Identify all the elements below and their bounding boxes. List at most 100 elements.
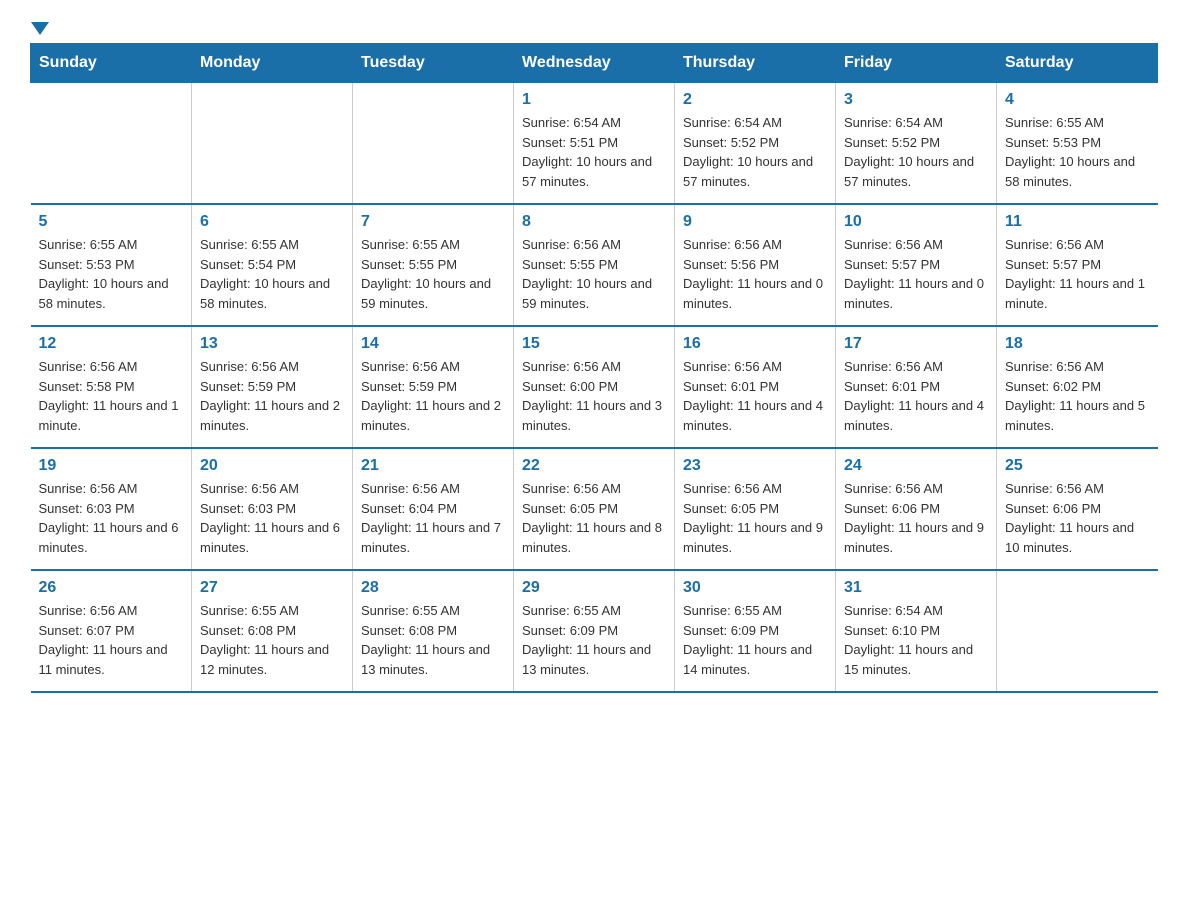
- day-info: Sunrise: 6:56 AM Sunset: 5:58 PM Dayligh…: [39, 357, 184, 435]
- calendar-cell: 2 Sunrise: 6:54 AM Sunset: 5:52 PM Daylig…: [675, 83, 836, 205]
- weekday-header-sunday: Sunday: [31, 44, 192, 83]
- calendar-cell: 3 Sunrise: 6:54 AM Sunset: 5:52 PM Daylig…: [836, 83, 997, 205]
- page-header: [30, 20, 1158, 33]
- calendar-cell: 17 Sunrise: 6:56 AM Sunset: 6:01 PM Dayli…: [836, 326, 997, 448]
- calendar-cell: 18Sunrise: 6:56 AM Sunset: 6:02 PM Dayli…: [997, 326, 1158, 448]
- calendar-cell: 11 Sunrise: 6:56 AM Sunset: 5:57 PM Dayli…: [997, 204, 1158, 326]
- day-number: 10: [844, 213, 988, 231]
- day-number: 23: [683, 457, 827, 475]
- day-info: Sunrise: 6:56 AM Sunset: 6:00 PM Dayligh…: [522, 357, 666, 435]
- day-info: Sunrise: 6:56 AM Sunset: 6:04 PM Dayligh…: [361, 479, 505, 557]
- day-number: 16: [683, 335, 827, 353]
- weekday-header-friday: Friday: [836, 44, 997, 83]
- week-row-4: 19 Sunrise: 6:56 AM Sunset: 6:03 PM Dayli…: [31, 448, 1158, 570]
- day-info: Sunrise: 6:54 AM Sunset: 5:51 PM Dayligh…: [522, 113, 666, 191]
- day-number: 4: [1005, 91, 1150, 109]
- day-info: Sunrise: 6:56 AM Sunset: 5:59 PM Dayligh…: [361, 357, 505, 435]
- day-number: 11: [1005, 213, 1150, 231]
- day-info: Sunrise: 6:55 AM Sunset: 5:55 PM Dayligh…: [361, 235, 505, 313]
- calendar-cell: 9 Sunrise: 6:56 AM Sunset: 5:56 PM Daylig…: [675, 204, 836, 326]
- calendar-cell: 25 Sunrise: 6:56 AM Sunset: 6:06 PM Dayli…: [997, 448, 1158, 570]
- calendar-cell: 10 Sunrise: 6:56 AM Sunset: 5:57 PM Dayli…: [836, 204, 997, 326]
- calendar-cell: 15 Sunrise: 6:56 AM Sunset: 6:00 PM Dayli…: [514, 326, 675, 448]
- calendar-cell: 21 Sunrise: 6:56 AM Sunset: 6:04 PM Dayli…: [353, 448, 514, 570]
- day-info: Sunrise: 6:54 AM Sunset: 6:10 PM Dayligh…: [844, 601, 988, 679]
- calendar-cell: 28 Sunrise: 6:55 AM Sunset: 6:08 PM Dayli…: [353, 570, 514, 692]
- calendar-cell: 12 Sunrise: 6:56 AM Sunset: 5:58 PM Dayli…: [31, 326, 192, 448]
- weekday-header-saturday: Saturday: [997, 44, 1158, 83]
- day-info: Sunrise: 6:56 AM Sunset: 5:57 PM Dayligh…: [844, 235, 988, 313]
- calendar-cell: 8 Sunrise: 6:56 AM Sunset: 5:55 PM Daylig…: [514, 204, 675, 326]
- logo-arrow-icon: [31, 22, 49, 35]
- day-number: 27: [200, 579, 344, 597]
- day-number: 25: [1005, 457, 1150, 475]
- day-number: 22: [522, 457, 666, 475]
- weekday-header-monday: Monday: [192, 44, 353, 83]
- calendar-cell: 29Sunrise: 6:55 AM Sunset: 6:09 PM Dayli…: [514, 570, 675, 692]
- day-number: 6: [200, 213, 344, 231]
- day-info: Sunrise: 6:56 AM Sunset: 6:03 PM Dayligh…: [200, 479, 344, 557]
- day-number: 7: [361, 213, 505, 231]
- calendar-cell: 30Sunrise: 6:55 AM Sunset: 6:09 PM Dayli…: [675, 570, 836, 692]
- day-number: 28: [361, 579, 505, 597]
- weekday-header-thursday: Thursday: [675, 44, 836, 83]
- calendar-cell: 22 Sunrise: 6:56 AM Sunset: 6:05 PM Dayli…: [514, 448, 675, 570]
- day-info: Sunrise: 6:54 AM Sunset: 5:52 PM Dayligh…: [844, 113, 988, 191]
- day-number: 3: [844, 91, 988, 109]
- day-info: Sunrise: 6:56 AM Sunset: 6:01 PM Dayligh…: [844, 357, 988, 435]
- day-info: Sunrise: 6:56 AM Sunset: 6:01 PM Dayligh…: [683, 357, 827, 435]
- day-info: Sunrise: 6:56 AM Sunset: 6:06 PM Dayligh…: [844, 479, 988, 557]
- calendar-cell: [353, 83, 514, 205]
- calendar-cell: 4 Sunrise: 6:55 AM Sunset: 5:53 PM Daylig…: [997, 83, 1158, 205]
- logo: [30, 20, 49, 33]
- calendar-cell: 31Sunrise: 6:54 AM Sunset: 6:10 PM Dayli…: [836, 570, 997, 692]
- day-info: Sunrise: 6:56 AM Sunset: 6:06 PM Dayligh…: [1005, 479, 1150, 557]
- day-number: 26: [39, 579, 184, 597]
- day-number: 18: [1005, 335, 1150, 353]
- day-number: 15: [522, 335, 666, 353]
- calendar-cell: 1Sunrise: 6:54 AM Sunset: 5:51 PM Daylig…: [514, 83, 675, 205]
- day-info: Sunrise: 6:56 AM Sunset: 6:05 PM Dayligh…: [683, 479, 827, 557]
- day-number: 20: [200, 457, 344, 475]
- day-number: 8: [522, 213, 666, 231]
- day-info: Sunrise: 6:56 AM Sunset: 5:55 PM Dayligh…: [522, 235, 666, 313]
- day-info: Sunrise: 6:55 AM Sunset: 6:08 PM Dayligh…: [200, 601, 344, 679]
- calendar-cell: 6Sunrise: 6:55 AM Sunset: 5:54 PM Daylig…: [192, 204, 353, 326]
- day-number: 2: [683, 91, 827, 109]
- day-info: Sunrise: 6:55 AM Sunset: 5:53 PM Dayligh…: [1005, 113, 1150, 191]
- day-number: 30: [683, 579, 827, 597]
- calendar-cell: 23 Sunrise: 6:56 AM Sunset: 6:05 PM Dayli…: [675, 448, 836, 570]
- day-number: 14: [361, 335, 505, 353]
- calendar-cell: 5 Sunrise: 6:55 AM Sunset: 5:53 PM Daylig…: [31, 204, 192, 326]
- day-number: 5: [39, 213, 184, 231]
- week-row-2: 5 Sunrise: 6:55 AM Sunset: 5:53 PM Daylig…: [31, 204, 1158, 326]
- calendar-cell: 20 Sunrise: 6:56 AM Sunset: 6:03 PM Dayli…: [192, 448, 353, 570]
- day-info: Sunrise: 6:56 AM Sunset: 6:03 PM Dayligh…: [39, 479, 184, 557]
- calendar-cell: 14 Sunrise: 6:56 AM Sunset: 5:59 PM Dayli…: [353, 326, 514, 448]
- week-row-5: 26Sunrise: 6:56 AM Sunset: 6:07 PM Dayli…: [31, 570, 1158, 692]
- weekday-header-tuesday: Tuesday: [353, 44, 514, 83]
- day-number: 12: [39, 335, 184, 353]
- day-number: 21: [361, 457, 505, 475]
- calendar-cell: [31, 83, 192, 205]
- day-number: 9: [683, 213, 827, 231]
- day-info: Sunrise: 6:55 AM Sunset: 6:09 PM Dayligh…: [522, 601, 666, 679]
- calendar-cell: 16 Sunrise: 6:56 AM Sunset: 6:01 PM Dayli…: [675, 326, 836, 448]
- day-info: Sunrise: 6:56 AM Sunset: 5:56 PM Dayligh…: [683, 235, 827, 313]
- calendar-cell: 13Sunrise: 6:56 AM Sunset: 5:59 PM Dayli…: [192, 326, 353, 448]
- day-info: Sunrise: 6:55 AM Sunset: 6:08 PM Dayligh…: [361, 601, 505, 679]
- day-info: Sunrise: 6:55 AM Sunset: 5:53 PM Dayligh…: [39, 235, 184, 313]
- day-number: 13: [200, 335, 344, 353]
- calendar-table: SundayMondayTuesdayWednesdayThursdayFrid…: [30, 43, 1158, 693]
- day-number: 19: [39, 457, 184, 475]
- day-info: Sunrise: 6:56 AM Sunset: 5:57 PM Dayligh…: [1005, 235, 1150, 313]
- calendar-cell: 27 Sunrise: 6:55 AM Sunset: 6:08 PM Dayli…: [192, 570, 353, 692]
- calendar-cell: [192, 83, 353, 205]
- calendar-cell: 26Sunrise: 6:56 AM Sunset: 6:07 PM Dayli…: [31, 570, 192, 692]
- day-info: Sunrise: 6:54 AM Sunset: 5:52 PM Dayligh…: [683, 113, 827, 191]
- day-info: Sunrise: 6:56 AM Sunset: 6:05 PM Dayligh…: [522, 479, 666, 557]
- day-number: 17: [844, 335, 988, 353]
- calendar-cell: 24Sunrise: 6:56 AM Sunset: 6:06 PM Dayli…: [836, 448, 997, 570]
- calendar-cell: 19 Sunrise: 6:56 AM Sunset: 6:03 PM Dayli…: [31, 448, 192, 570]
- calendar-cell: [997, 570, 1158, 692]
